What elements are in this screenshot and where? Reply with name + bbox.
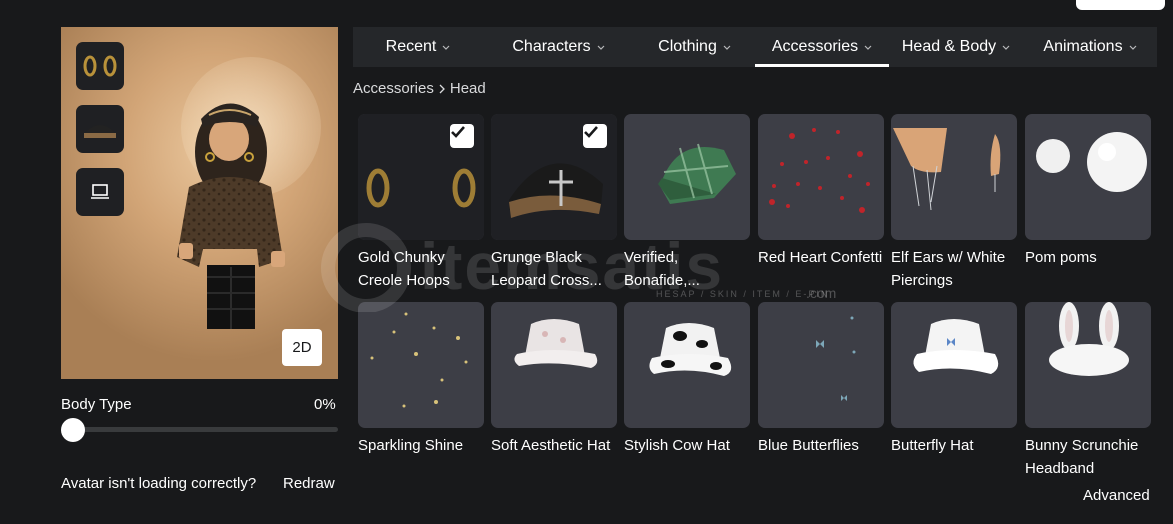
- item-name: Butterfly Hat: [891, 437, 974, 454]
- watermark-subtext: HESAP / SKIN / ITEM / E-PIN: [656, 289, 830, 299]
- tab-label: Characters: [512, 38, 591, 55]
- item-card[interactable]: [891, 302, 1017, 428]
- item-card[interactable]: [491, 114, 617, 240]
- item-name: Bunny Scrunchie Headband: [1025, 437, 1139, 477]
- advanced-link[interactable]: Advanced: [1083, 487, 1150, 504]
- leopard-cap-icon: [84, 125, 116, 138]
- butterflies-icon: [816, 316, 856, 401]
- tab-label: Clothing: [658, 38, 717, 55]
- item-card[interactable]: [891, 114, 1017, 240]
- gold-hoops-icon: [83, 55, 117, 77]
- chevron-down-icon: [597, 45, 605, 50]
- chevron-down-icon: [864, 45, 872, 50]
- loading-help-text: Avatar isn't loading correctly?: [61, 475, 257, 492]
- monitor-icon: [91, 184, 109, 199]
- chevron-down-icon: [1129, 45, 1137, 50]
- item-name: Soft Aesthetic Hat: [491, 437, 611, 454]
- redraw-link[interactable]: Redraw: [283, 475, 335, 492]
- bunny-headband-icon: [1049, 302, 1129, 376]
- tab-head-body[interactable]: Head & Body: [889, 27, 1023, 67]
- sparkles-icon: [370, 312, 468, 408]
- tab-clothing[interactable]: Clothing: [634, 27, 755, 67]
- chevron-down-icon: [442, 45, 450, 50]
- view-2d-toggle[interactable]: 2D: [282, 329, 322, 366]
- checkmark-icon: [584, 126, 598, 138]
- green-plaid-cap-icon: [658, 143, 736, 204]
- elf-ears-icon: [893, 128, 1001, 211]
- item-name: Red Heart Confetti: [758, 249, 883, 266]
- item-card[interactable]: [758, 302, 884, 428]
- cow-hat-icon: [649, 323, 732, 376]
- item-card[interactable]: [624, 302, 750, 428]
- bucket-hat-icon: [514, 319, 598, 368]
- tab-animations[interactable]: Animations: [1023, 27, 1157, 67]
- item-name: Pom poms: [1025, 249, 1097, 266]
- item-name: Sparkling Shine: [358, 437, 464, 454]
- breadcrumb-parent[interactable]: Accessories: [353, 80, 434, 97]
- butterfly-hat-icon: [913, 319, 999, 374]
- item-card[interactable]: [624, 114, 750, 240]
- category-tabs: Recent Characters Clothing Accessories H…: [353, 27, 1157, 67]
- breadcrumb-current: Head: [449, 80, 486, 97]
- watermark-domain: .com: [806, 285, 837, 301]
- heart-confetti-icon: [769, 128, 870, 213]
- body-type-value: 0%: [314, 396, 336, 413]
- chevron-right-icon: [439, 84, 445, 93]
- item-card[interactable]: [491, 302, 617, 428]
- tab-label: Head & Body: [901, 38, 997, 55]
- item-name: Blue Butterflies: [758, 437, 859, 454]
- tab-label: Recent: [385, 38, 437, 55]
- item-card[interactable]: [358, 302, 484, 428]
- tab-characters[interactable]: Characters: [483, 27, 634, 67]
- chevron-down-icon: [723, 45, 731, 50]
- tab-label: Accessories: [771, 38, 859, 55]
- equipped-thumb-cap[interactable]: [76, 105, 124, 153]
- equipped-thumb-hidden[interactable]: [76, 168, 124, 216]
- top-right-button[interactable]: [1076, 0, 1165, 10]
- item-card[interactable]: [1025, 302, 1151, 428]
- breadcrumb: Accessories Head: [353, 80, 486, 97]
- avatar-preview: 2D: [61, 27, 338, 379]
- selected-checkmark[interactable]: [450, 124, 474, 148]
- item-card[interactable]: [358, 114, 484, 240]
- pom-poms-icon: [1036, 132, 1147, 192]
- item-name: Stylish Cow Hat: [624, 437, 730, 454]
- body-type-slider-track[interactable]: [61, 427, 338, 432]
- tab-accessories[interactable]: Accessories: [755, 27, 889, 67]
- body-type-label: Body Type: [61, 396, 132, 413]
- item-card[interactable]: [758, 114, 884, 240]
- equipped-thumb-hoops[interactable]: [76, 42, 124, 90]
- tab-recent[interactable]: Recent: [353, 27, 483, 67]
- body-type-slider-knob[interactable]: [61, 418, 85, 442]
- chevron-down-icon: [1002, 45, 1010, 50]
- checkmark-icon: [451, 126, 465, 138]
- item-card[interactable]: [1025, 114, 1151, 240]
- tab-label: Animations: [1043, 38, 1123, 55]
- item-name: Elf Ears w/ White Piercings: [891, 249, 1006, 289]
- selected-checkmark[interactable]: [583, 124, 607, 148]
